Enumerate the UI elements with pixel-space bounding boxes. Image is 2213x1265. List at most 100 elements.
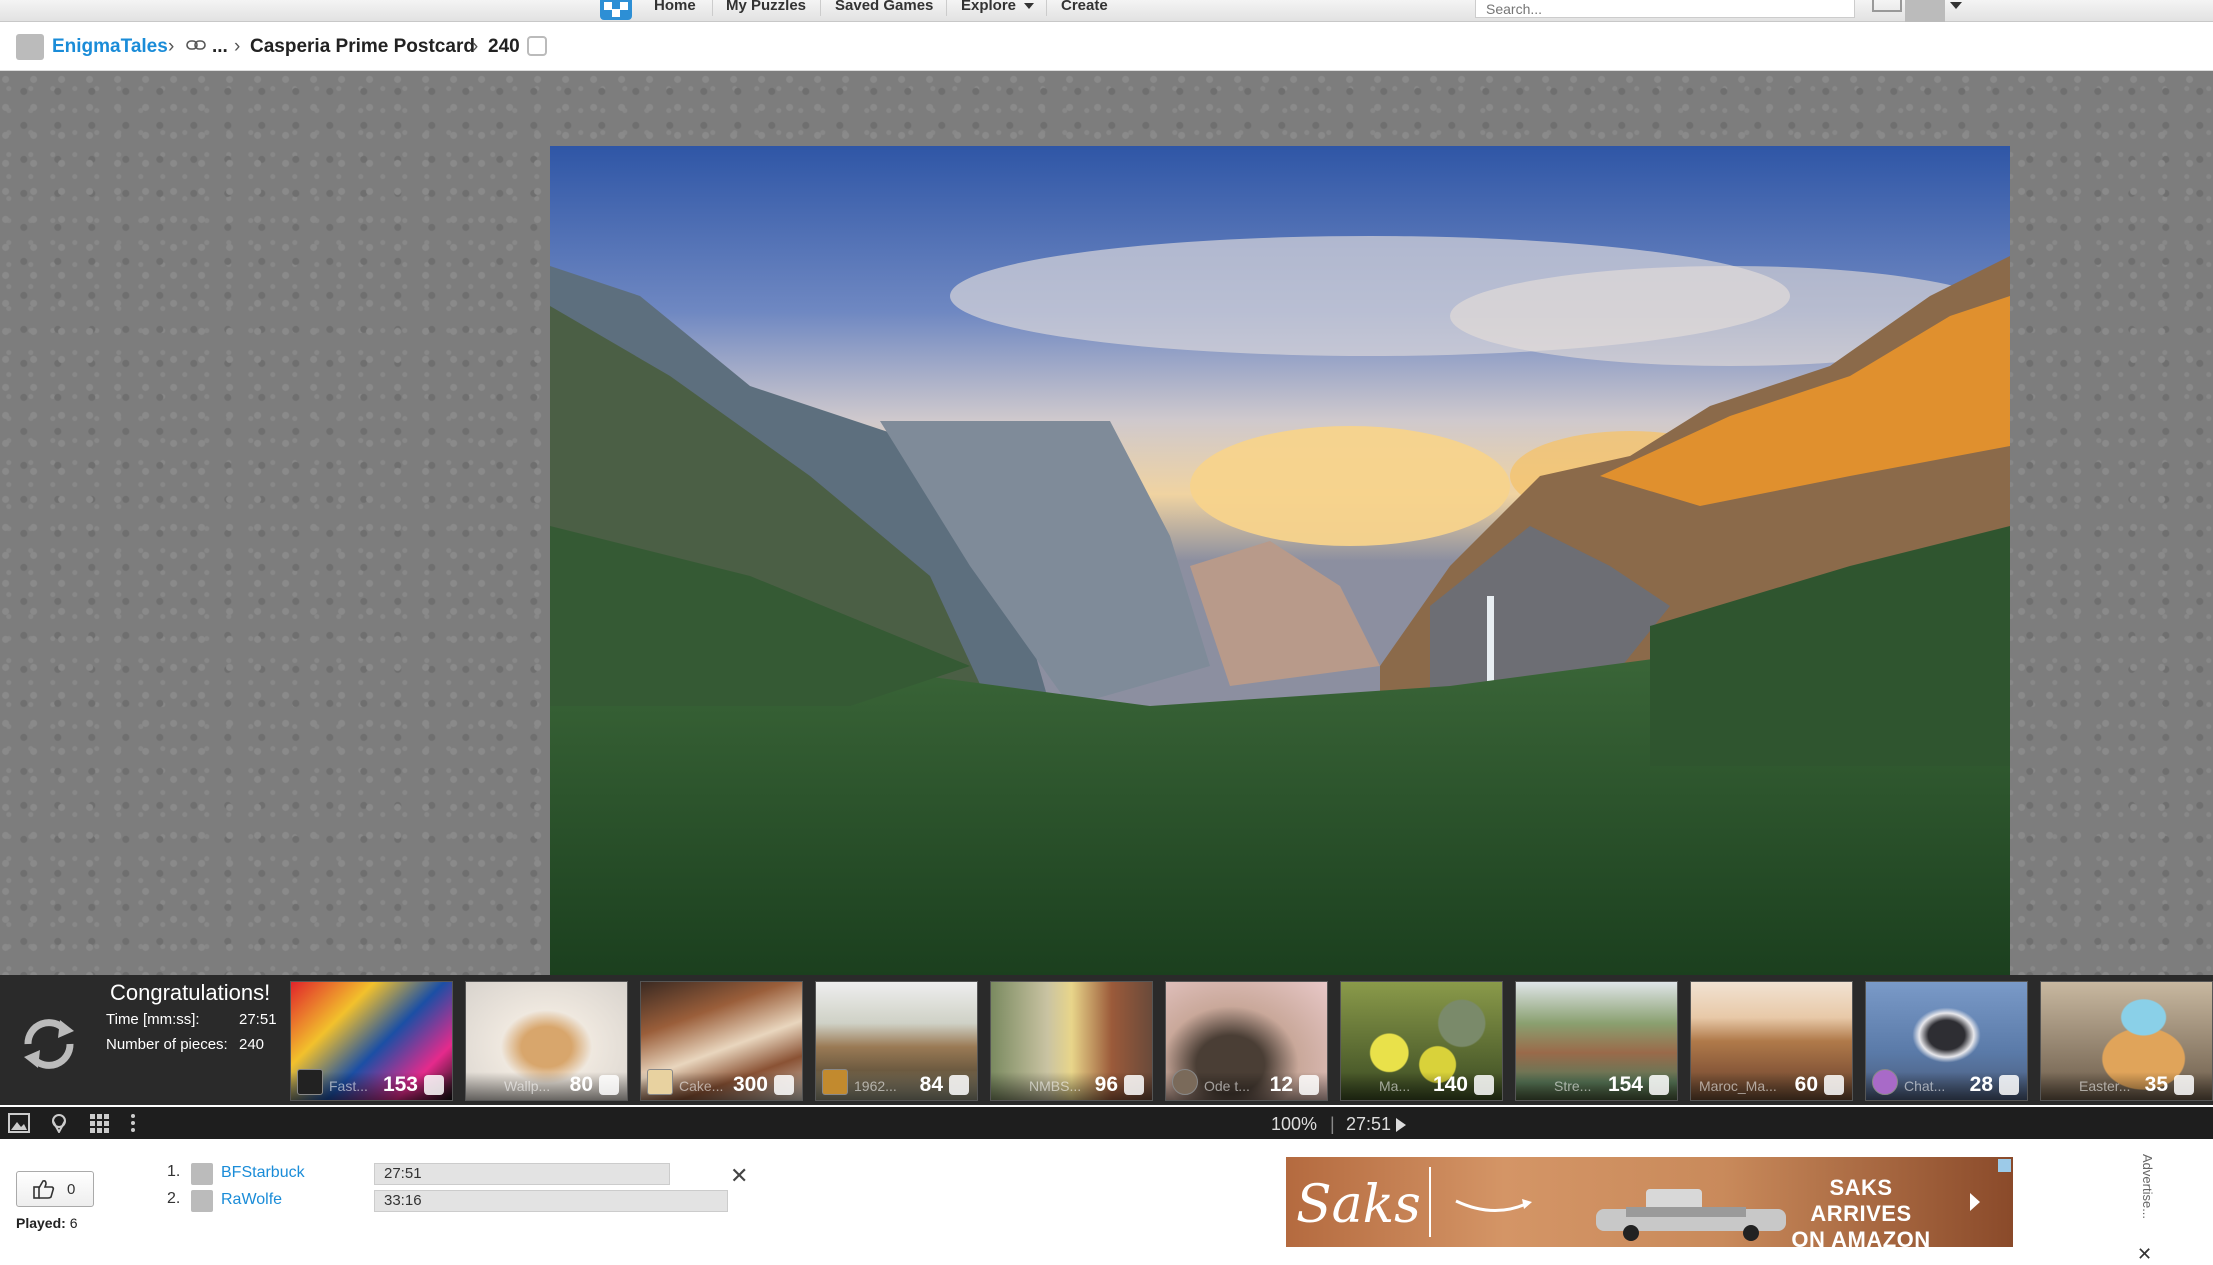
pieces-label: Number of pieces: xyxy=(106,1036,228,1053)
thumbnail-piece-count: 35 xyxy=(2144,1073,2168,1096)
avatar[interactable] xyxy=(191,1190,213,1212)
ad-headline-line-1: SAKS ARRIVES xyxy=(1810,1175,1912,1226)
puzzle-thumbnail[interactable]: Wallp... 80 xyxy=(465,981,628,1101)
puzzle-thumbnail[interactable]: Maroc_Ma... 60 xyxy=(1690,981,1853,1101)
thumbnail-piece-count: 300 xyxy=(732,1073,768,1096)
nav-my-puzzles[interactable]: My Puzzles xyxy=(726,0,806,13)
puzzle-piece-icon xyxy=(1824,1075,1844,1095)
image-preview-icon[interactable] xyxy=(8,1113,30,1133)
nav-divider xyxy=(712,0,713,16)
breadcrumb-user-link[interactable]: EnigmaTales xyxy=(52,36,168,58)
puzzle-thumbnail[interactable]: 1962... 84 xyxy=(815,981,978,1101)
puzzle-thumbnail[interactable]: Ode t... 12 xyxy=(1165,981,1328,1101)
mail-icon[interactable] xyxy=(1872,0,1902,12)
top-navigation: Home My Puzzles Saved Games Explore Crea… xyxy=(0,0,2213,22)
replay-icon[interactable] xyxy=(18,1013,80,1075)
chevron-down-icon[interactable] xyxy=(1950,2,1962,9)
search-input[interactable] xyxy=(1475,0,1855,18)
puzzle-piece-icon xyxy=(1999,1075,2019,1095)
nav-divider xyxy=(1046,0,1047,16)
nav-saved-games[interactable]: Saved Games xyxy=(835,0,933,13)
chevron-down-icon xyxy=(1024,3,1035,10)
thumbnail-title: Wallp... xyxy=(504,1078,551,1094)
leaderboard-player-link[interactable]: RaWolfe xyxy=(221,1191,282,1209)
time-value: 27:51 xyxy=(239,1011,277,1028)
zoom-level[interactable]: 100% xyxy=(1271,1114,1317,1135)
puzzle-thumbnail[interactable]: Cake... 300 xyxy=(640,981,803,1101)
like-count: 0 xyxy=(67,1181,76,1198)
puzzle-thumbnail[interactable]: NMBS... 96 xyxy=(990,981,1153,1101)
breadcrumb-ellipsis[interactable]: ... xyxy=(212,36,228,58)
link-icon[interactable] xyxy=(186,39,206,51)
related-puzzles-strip: Fast... 153 Wallp... 80 Cake... 300 1962… xyxy=(290,981,2213,1103)
nav-create[interactable]: Create xyxy=(1061,0,1108,13)
grid-icon[interactable] xyxy=(88,1113,110,1133)
ad-headline-line-2: ON AMAZON xyxy=(1791,1227,1931,1247)
more-menu-icon[interactable] xyxy=(128,1113,138,1133)
played-label: Played: xyxy=(16,1215,66,1231)
toolbar-separator: | xyxy=(1330,1114,1335,1134)
thumbnail-title: Ode t... xyxy=(1204,1078,1250,1094)
ad-play-icon[interactable] xyxy=(1970,1193,1980,1211)
ad-headline: SAKS ARRIVES ON AMAZON xyxy=(1776,1175,1946,1247)
nav-divider xyxy=(820,0,821,16)
puzzle-piece-icon xyxy=(1649,1075,1669,1095)
thumbnail-piece-count: 153 xyxy=(382,1073,418,1096)
puzzle-piece-icon xyxy=(949,1075,969,1095)
amazon-smile-icon xyxy=(1455,1199,1532,1213)
played-value: 6 xyxy=(69,1215,78,1231)
puzzle-piece-icon xyxy=(1474,1075,1494,1095)
puzzle-thumbnail[interactable]: Stre... 154 xyxy=(1515,981,1678,1101)
puzzle-footer: 0 Played: 6 1. BFStarbuck 27:51 ✕ 2. RaW… xyxy=(0,1139,2213,1264)
breadcrumb-puzzle-title[interactable]: Casperia Prime Postcard xyxy=(250,36,475,58)
breadcrumb: EnigmaTales › ... › Casperia Prime Postc… xyxy=(0,22,2213,71)
advertise-link[interactable]: Advertise... xyxy=(2135,1154,2155,1244)
nav-home[interactable]: Home xyxy=(654,0,696,13)
thumbnail-title: Cake... xyxy=(679,1078,724,1094)
puzzle-thumbnail[interactable]: Easter... 35 xyxy=(2040,981,2213,1101)
leaderboard-player-link[interactable]: BFStarbuck xyxy=(221,1164,305,1182)
site-logo-icon[interactable] xyxy=(600,0,632,20)
played-count: Played: 6 xyxy=(16,1215,78,1231)
thumbnail-piece-count: 84 xyxy=(919,1073,943,1096)
thumbs-up-icon xyxy=(33,1180,55,1199)
time-label: Time [mm:ss]: xyxy=(106,1011,200,1028)
result-panel: Congratulations! Time [mm:ss]: 27:51 Num… xyxy=(0,975,2213,1105)
ghost-image-icon[interactable] xyxy=(48,1113,70,1133)
leaderboard-time-bar: 33:16 xyxy=(374,1190,728,1212)
puzzle-piece-icon xyxy=(1124,1075,1144,1095)
leaderboard-rank: 2. xyxy=(167,1190,181,1207)
thumbnail-piece-count: 154 xyxy=(1607,1073,1643,1096)
puzzle-piece-icon xyxy=(1299,1075,1319,1095)
puzzle-board[interactable] xyxy=(0,71,2213,976)
thumbnail-piece-count: 140 xyxy=(1432,1073,1468,1096)
thumbnail-piece-count: 96 xyxy=(1094,1073,1118,1096)
ad-divider xyxy=(1429,1167,1431,1237)
like-button[interactable]: 0 xyxy=(16,1171,94,1207)
completed-puzzle-image xyxy=(550,146,2010,976)
puzzle-piece-icon xyxy=(527,36,547,56)
thumbnail-title: Easter... xyxy=(2079,1078,2131,1094)
thumbnail-piece-count: 80 xyxy=(569,1073,593,1096)
user-avatar[interactable] xyxy=(1905,0,1945,22)
breadcrumb-piece-count[interactable]: 240 xyxy=(488,36,520,58)
ad-choices-icon[interactable] xyxy=(1998,1159,2011,1172)
puzzle-thumbnail[interactable]: Ma... 140 xyxy=(1340,981,1503,1101)
play-icon[interactable] xyxy=(1396,1118,1406,1132)
close-leaderboard-icon[interactable]: ✕ xyxy=(730,1163,748,1189)
thumbnail-title: Chat... xyxy=(1904,1078,1946,1094)
nav-explore[interactable]: Explore xyxy=(961,0,1035,13)
puzzle-piece-icon xyxy=(2174,1075,2194,1095)
thumbnail-title: Stre... xyxy=(1554,1078,1592,1094)
avatar[interactable] xyxy=(16,34,44,60)
close-ad-icon[interactable]: ✕ xyxy=(2137,1244,2152,1265)
leaderboard-rank: 1. xyxy=(167,1163,181,1180)
advertisement-banner[interactable]: Saks SAKS ARRIVES ON AMAZON xyxy=(1286,1157,2013,1247)
puzzle-thumbnail[interactable]: Chat... 28 xyxy=(1865,981,2028,1101)
thumbnail-title: Maroc_Ma... xyxy=(1699,1078,1777,1094)
puzzle-thumbnail[interactable]: Fast... 153 xyxy=(290,981,453,1101)
ad-brand-logo: Saks xyxy=(1296,1175,1421,1235)
leaderboard-time-bar: 27:51 xyxy=(374,1163,670,1185)
chevron-right-icon: › xyxy=(168,36,175,57)
avatar[interactable] xyxy=(191,1163,213,1185)
